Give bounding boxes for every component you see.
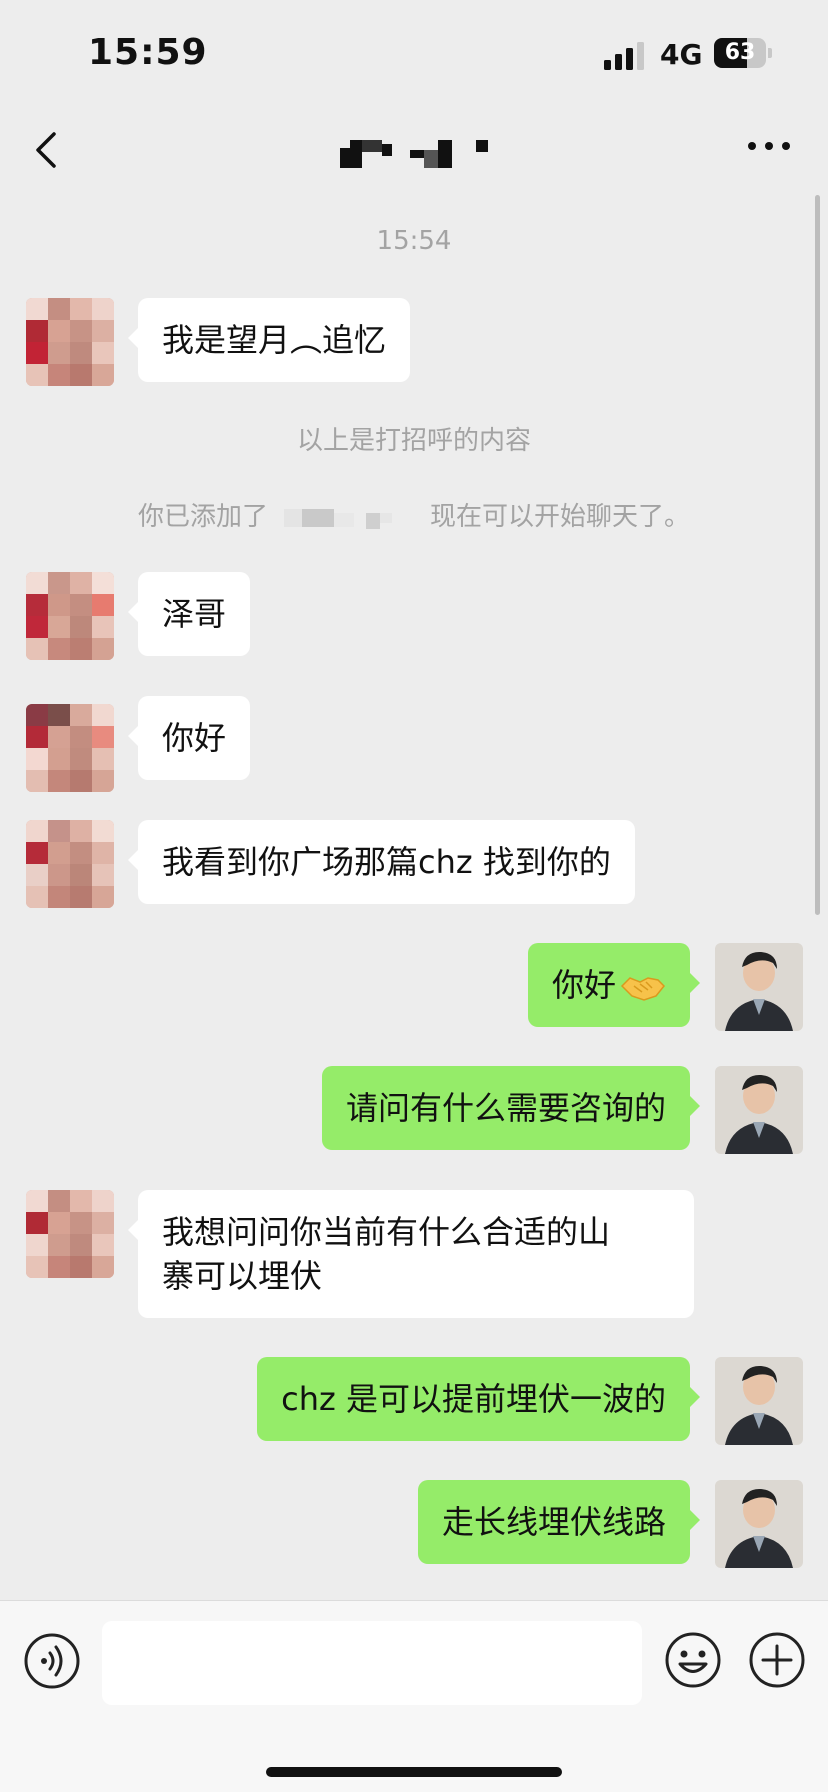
message-bubble[interactable]: 你好 <box>527 943 701 1027</box>
contact-avatar[interactable] <box>26 704 114 792</box>
chevron-left-icon[interactable] <box>30 128 64 172</box>
message-bubble[interactable]: 泽哥 <box>127 572 251 656</box>
message-bubble[interactable]: 请问有什么需要咨询的 <box>321 1066 701 1150</box>
message-bubble[interactable]: chz 是可以提前埋伏一波的 <box>257 1357 700 1441</box>
message-text: 你好 <box>162 719 227 757</box>
my-avatar[interactable] <box>715 943 803 1031</box>
home-indicator[interactable] <box>266 1767 562 1777</box>
message-bubble[interactable]: 我想问问你当前有什么合适的山 寨可以埋伏 <box>128 1190 694 1318</box>
message-text: 你好 <box>551 966 616 1004</box>
message-text: 泽哥 <box>162 595 227 633</box>
network-label: 4G <box>660 38 703 71</box>
message-bubble[interactable]: 走长线埋伏线路 <box>417 1480 701 1564</box>
signal-icon <box>604 42 644 70</box>
greeting-note: 以上是打招呼的内容 <box>296 426 531 456</box>
more-dots-icon[interactable] <box>746 134 792 158</box>
message-bubble[interactable]: 我是望月︵追忆 <box>127 298 411 382</box>
smiley-icon[interactable] <box>664 1631 722 1689</box>
contact-avatar[interactable] <box>26 1190 114 1278</box>
contact-avatar[interactable] <box>26 298 114 386</box>
plus-icon[interactable] <box>748 1631 806 1689</box>
nav-bar <box>0 110 828 190</box>
blurred-contact-name <box>284 508 392 529</box>
message-bubble[interactable]: 我看到你广场那篇chz 找到你的 <box>128 820 635 904</box>
battery-tip <box>768 48 772 58</box>
chat-screen: 15:59 4G 63 15:54 我是望月︵追忆 以上是打招呼的内容 你已添加… <box>0 0 828 1792</box>
my-avatar[interactable] <box>715 1066 803 1154</box>
contact-avatar[interactable] <box>26 820 114 908</box>
scrollbar[interactable] <box>815 195 820 915</box>
message-text-line: 寨可以埋伏 <box>162 1257 323 1295</box>
message-text: chz 是可以提前埋伏一波的 <box>281 1380 666 1418</box>
handshake-emoji <box>620 977 666 1001</box>
message-text: 请问有什么需要咨询的 <box>345 1089 666 1127</box>
added-contact-note: 你已添加了 现在可以开始聊天了。 <box>0 496 828 533</box>
battery-percent: 63 <box>724 40 756 65</box>
message-text: 我是望月︵追忆 <box>162 321 387 359</box>
my-avatar[interactable] <box>715 1480 803 1568</box>
status-time: 15:59 <box>88 32 208 73</box>
status-bar: 15:59 4G 63 <box>0 0 828 110</box>
message-bubble[interactable]: 你好 <box>127 696 251 780</box>
message-text: 走长线埋伏线路 <box>441 1503 666 1541</box>
blurred-contact-name <box>340 140 488 168</box>
input-bar <box>0 1600 828 1792</box>
voice-icon[interactable] <box>24 1633 80 1689</box>
added-note-suffix: 现在可以开始聊天了。 <box>430 502 691 532</box>
my-avatar[interactable] <box>715 1357 803 1445</box>
contact-avatar[interactable] <box>26 572 114 660</box>
chat-timestamp: 15:54 <box>376 226 452 256</box>
message-text-line: 我想问问你当前有什么合适的山 <box>162 1213 611 1251</box>
message-input[interactable] <box>102 1621 642 1705</box>
added-note-prefix: 你已添加了 <box>137 502 268 532</box>
message-text: 我看到你广场那篇chz 找到你的 <box>162 843 611 881</box>
battery-icon: 63 <box>714 38 772 70</box>
